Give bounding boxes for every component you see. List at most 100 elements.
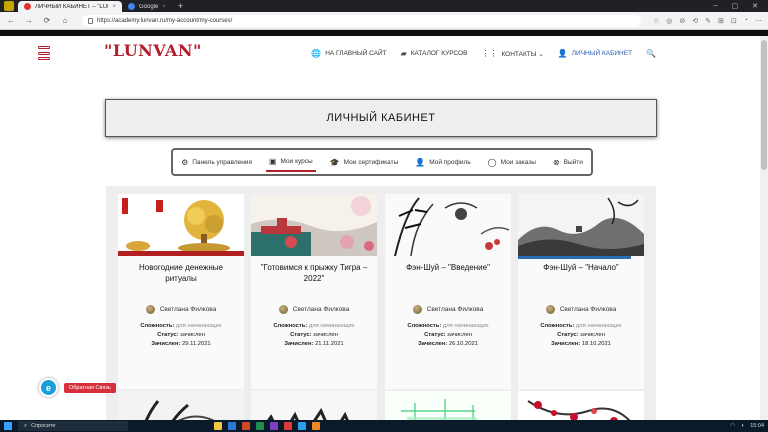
app-icon[interactable] (312, 422, 320, 430)
status-value: зачислен (313, 332, 338, 338)
app-icon[interactable] (298, 422, 306, 430)
tab-logout[interactable]: ⊗ Выйти (550, 154, 586, 171)
course-image[interactable] (385, 194, 511, 256)
extension-icon[interactable]: ⊘ (679, 17, 685, 25)
course-title[interactable]: Новогодние денежные ритуалы (124, 262, 238, 284)
top-navigation: 🌐 НА ГЛАВНЫЙ САЙТ ▰ КАТАЛОГ КУРСОВ ⋮⋮ КО… (311, 49, 656, 58)
tab-title: Google (139, 3, 159, 10)
extension-icon[interactable]: ◎ (666, 17, 672, 25)
tab-dashboard[interactable]: ⚙ Панель управления (178, 154, 255, 171)
volume-icon[interactable]: ◖ (741, 423, 744, 429)
lock-icon (88, 17, 93, 24)
course-card-image[interactable] (518, 391, 644, 420)
extension-icon[interactable]: ⟲ (692, 17, 698, 25)
nav-contacts[interactable]: ⋮⋮ КОНТАКТЫ ⌄ (481, 49, 543, 58)
tab-certificates[interactable]: 🎓 Мои сертификаты (327, 154, 402, 171)
close-window-icon[interactable]: ✕ (752, 2, 758, 10)
author-avatar (145, 305, 155, 314)
search-icon: ⌕ (24, 422, 28, 429)
extension-icon[interactable]: ✎ (705, 17, 711, 25)
more-icon[interactable]: ⋯ (755, 17, 762, 25)
nav-course-catalog[interactable]: ▰ КАТАЛОГ КУРСОВ (401, 49, 468, 58)
site-logo[interactable]: "LUNVAN" (104, 41, 202, 60)
tab-my-courses[interactable]: ▣ Мои курсы (265, 153, 316, 172)
edge-icon[interactable] (228, 422, 236, 430)
new-tab-button[interactable]: + (172, 1, 189, 12)
forward-icon[interactable]: → (24, 16, 34, 25)
difficulty-value: для начинающих (442, 323, 489, 329)
nav-personal-account[interactable]: 👤 ЛИЧНЫЙ КАБИНЕТ (558, 49, 632, 58)
browser-tab-active[interactable]: ЛИЧНЫЙ КАБИНЕТ – "LUNVAN" × (18, 1, 122, 12)
close-tab-icon[interactable]: × (162, 4, 166, 10)
back-icon[interactable]: ← (6, 16, 16, 25)
course-image[interactable] (251, 194, 377, 256)
nav-label: КОНТАКТЫ ⌄ (501, 50, 544, 58)
difficulty-label: Сложность: (540, 323, 575, 329)
tab-label: Мои сертификаты (343, 158, 399, 166)
tab-orders[interactable]: ◯ Мои заказы (485, 154, 539, 171)
course-title[interactable]: "Готовимся к прыжку Тигра – 2022" (257, 262, 371, 284)
profile-icon: 👤 (415, 157, 426, 167)
author-name: Светлана Филкова (426, 306, 484, 313)
taskbar-search[interactable]: ⌕ Спросите (18, 421, 128, 431)
app-icon[interactable] (284, 422, 292, 430)
course-card[interactable]: "Готовимся к прыжку Тигра – 2022" Светла… (251, 194, 377, 389)
favorite-icon[interactable]: ☆ (653, 17, 659, 25)
explorer-icon[interactable] (214, 422, 222, 430)
folder-icon: ▰ (400, 49, 407, 58)
browser-menu-icon[interactable] (4, 1, 14, 11)
tab-label: Мои курсы (280, 157, 313, 165)
feedback-icon[interactable]: e (39, 378, 58, 397)
course-title[interactable]: Фэн-Шуй – "Начало" (524, 262, 638, 273)
extension-icon[interactable]: ⊡ (731, 17, 737, 25)
difficulty-value: для начинающих (575, 323, 622, 329)
course-card-image[interactable] (251, 391, 377, 420)
course-meta: Сложность: для начинающих Статус: зачисл… (385, 322, 511, 349)
minimize-icon[interactable]: – (714, 2, 718, 10)
network-icon[interactable]: ◠ (730, 423, 735, 429)
tab-profile[interactable]: 👤 Мой профиль (412, 154, 473, 171)
collections-icon[interactable]: ⊞ (718, 17, 724, 25)
nav-label: НА ГЛАВНЫЙ САЙТ (325, 50, 387, 57)
nav-main-site[interactable]: 🌐 НА ГЛАВНЫЙ САЙТ (311, 49, 386, 58)
course-card[interactable]: Фэн-Шуй – "Введение" Светлана Филкова Сл… (385, 194, 511, 389)
start-icon[interactable] (4, 422, 12, 430)
course-title[interactable]: Фэн-Шуй – "Введение" (391, 262, 505, 273)
maximize-icon[interactable]: ▢ (732, 2, 739, 10)
feedback-label[interactable]: Обратная Связь (64, 382, 116, 393)
courses-icon: ▣ (268, 156, 277, 166)
app-icon[interactable] (270, 422, 278, 430)
reload-icon[interactable]: ⟳ (42, 16, 52, 25)
course-card-image[interactable] (385, 391, 511, 420)
course-image[interactable] (518, 194, 644, 256)
dashboard-icon: ⚙ (181, 157, 189, 167)
course-card-image[interactable] (118, 391, 244, 420)
difficulty-label: Сложность: (273, 323, 308, 329)
browser-tab-bar: ЛИЧНЫЙ КАБИНЕТ – "LUNVAN" × Google × + –… (0, 0, 768, 12)
feedback-widget[interactable]: e Обратная Связь (39, 378, 116, 397)
home-icon[interactable]: ⌂ (60, 16, 70, 25)
course-card[interactable]: Новогодние денежные ритуалы Светлана Фил… (118, 194, 244, 389)
url-field[interactable]: https://academy.lunvan.ru/my-account/my-… (82, 14, 641, 27)
browser-tab-google[interactable]: Google × (122, 1, 172, 12)
tab-label: Мои заказы (500, 158, 536, 166)
close-tab-icon[interactable]: × (112, 4, 116, 10)
enrolled-label: Зачислен: (551, 341, 581, 347)
course-card[interactable]: Фэн-Шуй – "Начало" Светлана Филкова Слож… (518, 194, 644, 389)
clock[interactable]: 15:04 (750, 423, 764, 429)
difficulty-label: Сложность: (140, 323, 175, 329)
status-label: Статус: (157, 332, 179, 338)
excel-icon[interactable] (256, 422, 264, 430)
course-image[interactable] (118, 194, 244, 256)
scrollbar-thumb[interactable] (761, 40, 767, 170)
profile-icon[interactable]: ◔ (744, 17, 748, 25)
browser-extensions: ☆ ◎ ⊘ ⟲ ✎ ⊞ ⊡ ◔ ⋯ (653, 17, 762, 25)
difficulty-value: для начинающих (175, 323, 222, 329)
search-icon[interactable]: 🔍 (646, 49, 656, 58)
difficulty-label: Сложность: (407, 323, 442, 329)
enrolled-date: 18.10.2021 (581, 341, 611, 347)
tab-label: Мой профиль (429, 158, 471, 166)
course-author: Светлана Филкова (518, 305, 644, 314)
menu-icon[interactable] (38, 46, 50, 60)
office-icon[interactable] (242, 422, 250, 430)
